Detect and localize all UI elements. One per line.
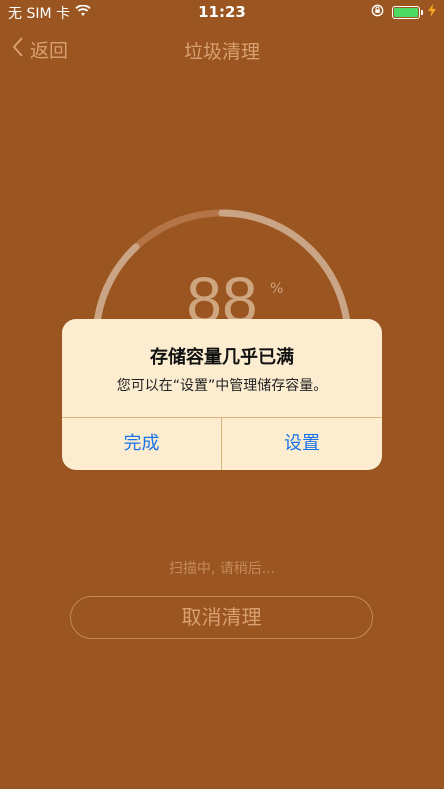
settings-button[interactable]: 设置 xyxy=(222,418,382,470)
cancel-clean-button[interactable]: 取消清理 xyxy=(70,596,373,639)
nav-bar: 返回 垃圾清理 xyxy=(0,30,444,70)
scan-status: 扫描中, 请稍后... xyxy=(168,561,276,577)
done-button[interactable]: 完成 xyxy=(62,418,221,470)
page-title: 垃圾清理 xyxy=(183,41,260,63)
alert-message: 您可以在“设置”中管理储存容量。 xyxy=(116,378,328,394)
status-bar: 无 SIM 卡 11:23 xyxy=(0,0,444,24)
charging-icon xyxy=(428,4,436,21)
alert-title: 存储容量几乎已满 xyxy=(150,347,294,368)
percent-sign: % xyxy=(270,281,284,297)
rotation-lock-icon xyxy=(371,4,384,21)
battery-icon xyxy=(392,6,423,19)
storage-alert: 存储容量几乎已满 您可以在“设置”中管理储存容量。 完成 设置 xyxy=(62,319,382,470)
status-right xyxy=(371,4,436,21)
